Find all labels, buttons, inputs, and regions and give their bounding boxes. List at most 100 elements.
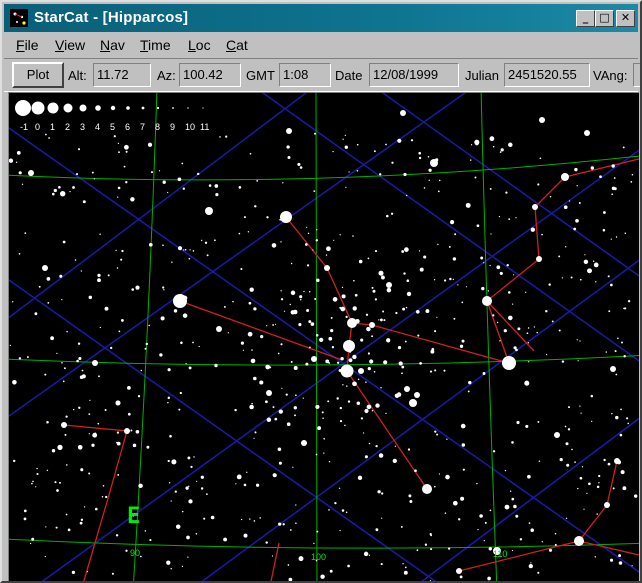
star	[610, 366, 616, 372]
star	[120, 258, 123, 261]
star	[627, 422, 629, 425]
sky-chart[interactable]: -1 0 1 2 3 4 5 6 7 8 9 10 11 90 100 110 E	[8, 92, 639, 581]
menu-file[interactable]: File	[16, 37, 39, 53]
star	[278, 409, 283, 414]
star	[200, 475, 204, 479]
star	[476, 482, 478, 485]
star	[92, 360, 98, 366]
star	[363, 551, 369, 557]
star	[487, 290, 490, 292]
star	[171, 459, 177, 465]
horizon-mark-100: 100	[311, 552, 326, 562]
star	[127, 386, 131, 390]
star	[378, 173, 382, 176]
vang-field[interactable]	[633, 63, 640, 87]
star	[365, 313, 369, 316]
star	[175, 524, 181, 529]
sky-chart-canvas[interactable]: -1 0 1 2 3 4 5 6 7 8 9 10 11 90 100 110 E	[9, 93, 639, 581]
star	[192, 250, 195, 252]
az-field[interactable]: 100.42	[179, 63, 241, 87]
star	[80, 270, 82, 272]
star	[460, 423, 466, 429]
star	[171, 261, 173, 263]
star	[225, 135, 228, 138]
star	[346, 385, 348, 387]
star	[459, 575, 463, 579]
star	[414, 469, 417, 473]
star	[201, 239, 203, 242]
star	[280, 241, 282, 243]
minimize-button[interactable]: _	[576, 10, 595, 27]
star	[65, 415, 68, 418]
star	[272, 324, 275, 326]
star	[173, 309, 178, 313]
star	[417, 334, 420, 337]
star	[379, 318, 383, 322]
star	[240, 518, 243, 521]
star	[419, 362, 422, 365]
menu-time[interactable]: Time	[140, 37, 171, 53]
star	[561, 277, 564, 279]
star	[316, 229, 318, 231]
star	[383, 319, 386, 322]
star	[58, 185, 61, 189]
star	[234, 408, 237, 412]
star	[613, 177, 616, 179]
star	[618, 554, 622, 558]
star	[481, 286, 485, 291]
star	[345, 511, 348, 514]
star	[610, 238, 612, 240]
star	[509, 490, 512, 492]
star	[336, 361, 340, 364]
magnitude-legend-label: 10	[185, 122, 195, 132]
star	[61, 362, 63, 364]
date-field[interactable]: 12/08/1999	[369, 63, 459, 87]
star	[61, 422, 67, 428]
star	[303, 290, 305, 293]
star	[271, 555, 274, 557]
star	[190, 465, 193, 469]
plot-button[interactable]: Plot	[12, 62, 64, 88]
star	[488, 547, 492, 551]
star	[341, 294, 346, 299]
star	[81, 369, 84, 372]
star	[16, 151, 21, 155]
star	[403, 570, 408, 575]
star	[470, 144, 473, 146]
star	[9, 158, 14, 163]
menu-cat[interactable]: Cat	[226, 37, 248, 53]
star	[170, 500, 172, 502]
title-bar[interactable]: StarCat - [Hipparcos] _ □ ✕	[4, 4, 638, 32]
star	[407, 448, 411, 451]
star	[356, 170, 359, 172]
star	[285, 393, 288, 396]
magnitude-legend-label: 8	[155, 122, 160, 132]
maximize-button[interactable]: □	[595, 10, 614, 27]
star	[444, 512, 447, 514]
star	[182, 295, 188, 301]
menu-view[interactable]: View	[55, 37, 85, 53]
star	[299, 166, 303, 169]
star	[280, 343, 283, 346]
alt-field[interactable]: 11.72	[93, 63, 151, 87]
star	[149, 539, 152, 542]
gmt-field[interactable]: 1:08	[279, 63, 331, 87]
star	[214, 363, 218, 368]
star	[167, 368, 171, 372]
julian-field[interactable]: 2451520.55	[504, 63, 590, 87]
star	[73, 408, 75, 411]
star	[54, 481, 57, 484]
star	[254, 431, 257, 434]
star	[574, 461, 576, 463]
star	[536, 331, 538, 334]
star	[50, 336, 54, 341]
star	[401, 372, 403, 375]
star	[314, 132, 316, 135]
close-button[interactable]: ✕	[616, 10, 635, 27]
menu-loc[interactable]: Loc	[188, 37, 211, 53]
star	[12, 301, 14, 303]
star	[186, 535, 190, 540]
star	[483, 539, 485, 542]
menu-nav[interactable]: Nav	[100, 37, 125, 53]
star	[55, 526, 58, 529]
